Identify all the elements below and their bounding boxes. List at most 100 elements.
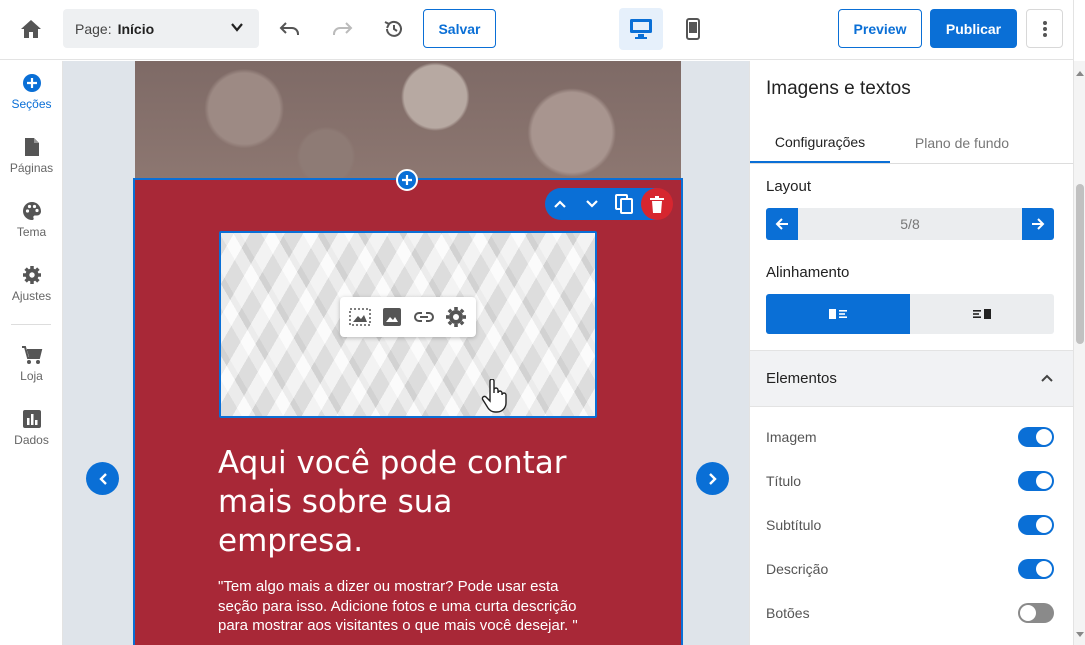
sidebar-item-paginas[interactable]: Páginas xyxy=(0,137,63,175)
sidebar-item-secoes[interactable]: Seções xyxy=(0,73,63,111)
chevron-right-icon xyxy=(708,472,717,485)
scrollbar-top-gutter xyxy=(1073,0,1085,61)
link-icon[interactable] xyxy=(412,305,436,329)
tab-plano-de-fundo[interactable]: Plano de fundo xyxy=(890,123,1034,163)
align-image-right-option[interactable] xyxy=(910,294,1054,334)
elements-header[interactable]: Elementos xyxy=(750,350,1073,407)
plus-icon xyxy=(402,175,412,185)
alignment-toggle xyxy=(766,294,1054,334)
layout-label: Layout xyxy=(766,178,812,195)
panel-title: Imagens e textos xyxy=(766,78,911,99)
element-name: Título xyxy=(766,473,802,489)
element-row-imagem: Imagem xyxy=(766,425,1054,449)
arrow-right-icon xyxy=(1032,218,1045,230)
preview-button[interactable]: Preview xyxy=(838,9,922,48)
arrow-left-icon xyxy=(775,218,788,230)
toggle-imagem[interactable] xyxy=(1018,427,1054,447)
trash-icon xyxy=(650,195,664,213)
element-row-subtitulo: Subtítulo xyxy=(766,513,1054,537)
section-title[interactable]: Aqui você pode contar mais sobre sua emp… xyxy=(218,444,598,561)
home-icon[interactable] xyxy=(15,13,47,45)
page-selector-value: Início xyxy=(117,20,155,37)
carousel-prev-button[interactable] xyxy=(86,462,119,495)
move-section-down-button[interactable] xyxy=(577,188,607,220)
mobile-view-button[interactable] xyxy=(678,13,708,45)
toggle-subtitulo[interactable] xyxy=(1018,515,1054,535)
layout-next-button[interactable] xyxy=(1022,208,1054,240)
layout-stepper: 5/8 xyxy=(766,208,1054,240)
image-right-icon xyxy=(973,309,991,319)
tab-configuracoes[interactable]: Configurações xyxy=(750,123,890,163)
delete-section-button[interactable] xyxy=(641,188,673,220)
sidebar-item-label: Loja xyxy=(20,369,43,383)
sidebar-item-ajustes[interactable]: Ajustes xyxy=(0,265,63,303)
align-image-left-option[interactable] xyxy=(766,294,910,334)
redo-icon[interactable] xyxy=(326,13,358,45)
replace-image-icon[interactable] xyxy=(380,305,404,329)
chevron-down-icon xyxy=(586,200,598,208)
layout-value: 5/8 xyxy=(900,216,920,232)
toggle-descricao[interactable] xyxy=(1018,559,1054,579)
element-row-descricao: Descrição xyxy=(766,557,1054,581)
duplicate-section-button[interactable] xyxy=(609,188,639,220)
sidebar-item-label: Seções xyxy=(11,97,52,111)
sidebar-item-label: Páginas xyxy=(9,161,54,175)
plus-circle-icon xyxy=(22,74,41,92)
element-name: Imagem xyxy=(766,429,817,445)
page-selector-label: Page: xyxy=(75,20,112,37)
layout-prev-button[interactable] xyxy=(766,208,798,240)
section-toolbar xyxy=(545,188,673,220)
scroll-up-icon[interactable] xyxy=(1076,63,1084,81)
sidebar-item-label: Tema xyxy=(16,225,47,239)
scrollbar-thumb[interactable] xyxy=(1076,184,1084,344)
top-toolbar: Page: Início Salvar Preview Publicar xyxy=(0,0,1073,60)
chevron-down-icon xyxy=(229,19,245,38)
desktop-view-button[interactable] xyxy=(619,8,663,50)
sidebar-item-dados[interactable]: Dados xyxy=(0,409,63,447)
mobile-icon xyxy=(686,18,700,40)
publish-button[interactable]: Publicar xyxy=(930,9,1017,48)
element-name: Descrição xyxy=(766,561,829,577)
left-sidebar: Seções Páginas Tema Ajustes Loja Dados xyxy=(0,61,63,645)
crop-image-icon[interactable] xyxy=(348,305,372,329)
copy-icon xyxy=(615,194,633,214)
file-icon xyxy=(24,138,39,156)
undo-icon[interactable] xyxy=(274,13,306,45)
sidebar-item-tema[interactable]: Tema xyxy=(0,201,63,239)
cart-icon xyxy=(21,346,42,364)
hand-cursor-icon xyxy=(481,378,507,418)
toggle-botoes[interactable] xyxy=(1018,603,1054,623)
more-options-button[interactable] xyxy=(1026,9,1063,48)
sidebar-item-loja[interactable]: Loja xyxy=(0,345,63,383)
chevron-left-icon xyxy=(98,472,107,485)
element-row-botoes: Botões xyxy=(766,601,1054,625)
previous-section-background[interactable] xyxy=(135,61,681,180)
chevron-up-icon xyxy=(1040,370,1054,388)
carousel-next-button[interactable] xyxy=(696,462,729,495)
section-description[interactable]: "Tem algo mais a dizer ou mostrar? Pode … xyxy=(218,577,598,636)
toggle-titulo[interactable] xyxy=(1018,471,1054,491)
chart-icon xyxy=(22,410,41,428)
scroll-down-icon[interactable] xyxy=(1076,625,1084,643)
alignment-label: Alinhamento xyxy=(766,264,850,281)
page-selector[interactable]: Page: Início xyxy=(63,9,259,48)
element-name: Subtítulo xyxy=(766,517,822,533)
image-toolbar xyxy=(340,297,476,337)
save-button[interactable]: Salvar xyxy=(423,9,496,48)
image-left-icon xyxy=(829,309,847,319)
tabs-divider xyxy=(750,163,1073,164)
sidebar-item-label: Ajustes xyxy=(11,289,52,303)
history-icon[interactable] xyxy=(378,13,410,45)
image-settings-icon[interactable] xyxy=(444,305,468,329)
element-row-titulo: Título xyxy=(766,469,1054,493)
panel-scrollbar[interactable] xyxy=(1073,61,1085,645)
sidebar-item-label: Dados xyxy=(14,433,49,447)
desktop-icon xyxy=(630,19,652,39)
editor-canvas[interactable]: Aqui você pode contar mais sobre sua emp… xyxy=(63,61,749,645)
chevron-up-icon xyxy=(554,200,566,208)
move-section-up-button[interactable] xyxy=(545,188,575,220)
element-name: Botões xyxy=(766,605,810,621)
gear-icon xyxy=(22,266,41,284)
add-section-button[interactable] xyxy=(396,169,418,191)
sidebar-divider xyxy=(11,324,51,325)
